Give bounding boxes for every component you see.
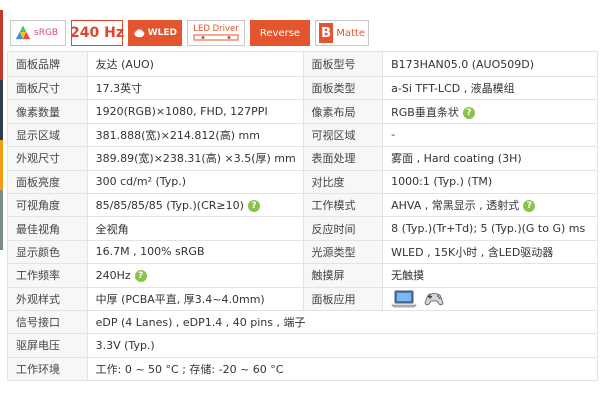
wled-label: WLED xyxy=(147,28,177,38)
spec-value: 无触摸 xyxy=(382,263,598,288)
spec-value: 雾面 , Hard coating (3H) xyxy=(382,146,598,171)
spec-value: 389.89(宽)×238.31(高) ×3.5(厚) mm xyxy=(86,146,304,171)
spec-label: 显示颜色 xyxy=(7,239,88,265)
spec-value: 中厚 (PCBA平直, 厚3.4~4.0mm) xyxy=(86,286,304,311)
spec-value: B173HAN05.0 (AUO509D) xyxy=(382,51,598,77)
refresh-rate-badge: 240 Hz xyxy=(70,20,124,46)
spec-label: 面板应用 xyxy=(302,286,384,311)
spec-value: 16.7M , 100% sRGB xyxy=(86,239,304,265)
table-row: 面板尺寸 17.3英寸 面板类型 a-Si TFT-LCD , 液晶模组 xyxy=(7,75,598,101)
reverse-badge: Reverse xyxy=(250,20,310,46)
reverse-label: Reverse xyxy=(259,27,301,39)
feature-badges: sRGB 240 Hz WLED LED Driver Reverse B Ma… xyxy=(10,18,369,48)
spec-label: 反应时间 xyxy=(302,216,384,241)
spec-label: 可视区域 xyxy=(302,122,384,148)
laptop-icon xyxy=(391,290,417,308)
table-row: 面板品牌 友达 (AUO) 面板型号 B173HAN05.0 (AUO509D) xyxy=(7,51,598,77)
spec-value: WLED , 15K小时 , 含LED驱动器 xyxy=(382,239,598,265)
spec-label: 表面处理 xyxy=(302,146,384,171)
help-icon[interactable]: ? xyxy=(462,106,475,119)
spec-label: 外观尺寸 xyxy=(7,146,88,171)
spec-label: 像素数量 xyxy=(7,99,88,124)
spec-value: 工作: 0 ~ 50 °C ; 存储: -20 ~ 60 °C xyxy=(86,356,599,382)
spec-label: 最佳视角 xyxy=(7,216,88,241)
lightbulb-icon xyxy=(134,29,145,38)
spec-label: 面板品牌 xyxy=(7,51,88,77)
spec-value: AHVA , 常黑显示 , 透射式 xyxy=(391,199,520,213)
spec-value: 240Hz xyxy=(95,268,131,282)
spec-label: 触摸屏 xyxy=(302,263,384,288)
spec-value: 1920(RGB)×1080, FHD, 127PPI xyxy=(86,99,304,124)
table-row: 外观尺寸 389.89(宽)×238.31(高) ×3.5(厚) mm 表面处理… xyxy=(7,146,598,171)
spec-value: eDP (4 Lanes) , eDP1.4 , 40 pins , 端子 xyxy=(86,309,599,335)
table-row: 驱屏电压 3.3V (Typ.) xyxy=(7,333,599,358)
table-row: 信号接口 eDP (4 Lanes) , eDP1.4 , 40 pins , … xyxy=(7,309,599,335)
spec-label: 面板亮度 xyxy=(7,169,88,194)
spec-label: 驱屏电压 xyxy=(7,333,88,358)
matte-badge: B Matte xyxy=(315,20,369,46)
spec-value: 381.888(宽)×214.812(高) mm xyxy=(86,122,304,148)
table-row: 最佳视角 全视角 反应时间 8 (Typ.)(Tr+Td); 5 (Typ.)(… xyxy=(7,216,598,241)
spec-value: 友达 (AUO) xyxy=(86,51,304,77)
spec-value: 8 (Typ.)(Tr+Td); 5 (Typ.)(G to G) ms xyxy=(382,216,598,241)
spec-label: 对比度 xyxy=(302,169,384,194)
spec-table: 面板品牌 友达 (AUO) 面板型号 B173HAN05.0 (AUO509D)… xyxy=(7,51,599,382)
table-row: 工作环境 工作: 0 ~ 50 °C ; 存储: -20 ~ 60 °C xyxy=(7,356,599,382)
led-driver-badge: LED Driver xyxy=(187,20,245,46)
table-row: 像素数量 1920(RGB)×1080, FHD, 127PPI 像素布局 RG… xyxy=(7,99,598,124)
spec-label: 可视角度 xyxy=(7,192,88,218)
spec-value-cell: RGB垂直条状? xyxy=(382,99,598,124)
spec-label: 面板类型 xyxy=(302,75,384,101)
help-icon[interactable]: ? xyxy=(523,200,536,213)
refresh-rate-label: 240 Hz xyxy=(70,25,124,41)
spec-label: 工作环境 xyxy=(7,356,88,382)
spec-label: 工作模式 xyxy=(302,192,384,218)
table-row: 工作频率 240Hz? 触摸屏 无触摸 xyxy=(7,263,598,288)
table-row: 面板亮度 300 cd/m² (Typ.) 对比度 1000:1 (Typ.) … xyxy=(7,169,598,194)
table-row: 可视角度 85/85/85/85 (Typ.)(CR≥10)? 工作模式 AHV… xyxy=(7,192,598,218)
driver-circuit-icon xyxy=(193,34,239,41)
spec-value: - xyxy=(382,122,598,148)
spec-label: 光源类型 xyxy=(302,239,384,265)
spec-label: 面板尺寸 xyxy=(7,75,88,101)
panel-application-icons xyxy=(382,286,598,311)
spec-value: 17.3英寸 xyxy=(86,75,304,101)
gamepad-icon xyxy=(424,292,444,305)
spec-value: 1000:1 (Typ.) (TM) xyxy=(382,169,598,194)
spec-label: 信号接口 xyxy=(7,309,88,335)
spec-value: 全视角 xyxy=(86,216,304,241)
spec-value: 3.3V (Typ.) xyxy=(86,333,599,358)
spec-value: 85/85/85/85 (Typ.)(CR≥10) xyxy=(95,198,244,212)
left-edge-strip xyxy=(0,0,3,411)
color-triangle-icon xyxy=(15,25,31,40)
spec-value-cell: AHVA , 常黑显示 , 透射式? xyxy=(382,192,598,218)
led-driver-label: LED Driver xyxy=(193,23,239,34)
spec-label: 显示区域 xyxy=(7,122,88,148)
spec-label: 面板型号 xyxy=(302,51,384,77)
matte-letter: B xyxy=(319,23,334,43)
wled-badge: WLED xyxy=(128,20,182,46)
matte-label: Matte xyxy=(336,27,365,39)
table-row: 显示区域 381.888(宽)×214.812(高) mm 可视区域 - xyxy=(7,122,598,148)
help-icon[interactable]: ? xyxy=(134,269,147,282)
spec-value: RGB垂直条状 xyxy=(391,105,459,119)
spec-value: 300 cd/m² (Typ.) xyxy=(86,169,304,194)
spec-value-cell: 240Hz? xyxy=(86,263,304,288)
spec-label: 外观样式 xyxy=(7,286,88,311)
spec-label: 工作频率 xyxy=(7,263,88,288)
spec-label: 像素布局 xyxy=(302,99,384,124)
help-icon[interactable]: ? xyxy=(247,199,260,212)
spec-value: a-Si TFT-LCD , 液晶模组 xyxy=(382,75,598,101)
spec-value-cell: 85/85/85/85 (Typ.)(CR≥10)? xyxy=(86,192,304,218)
table-row: 外观样式 中厚 (PCBA平直, 厚3.4~4.0mm) 面板应用 xyxy=(7,286,598,311)
table-row: 显示颜色 16.7M , 100% sRGB 光源类型 WLED , 15K小时… xyxy=(7,239,598,265)
srgb-badge: sRGB xyxy=(10,20,66,46)
srgb-label: sRGB xyxy=(34,28,59,38)
